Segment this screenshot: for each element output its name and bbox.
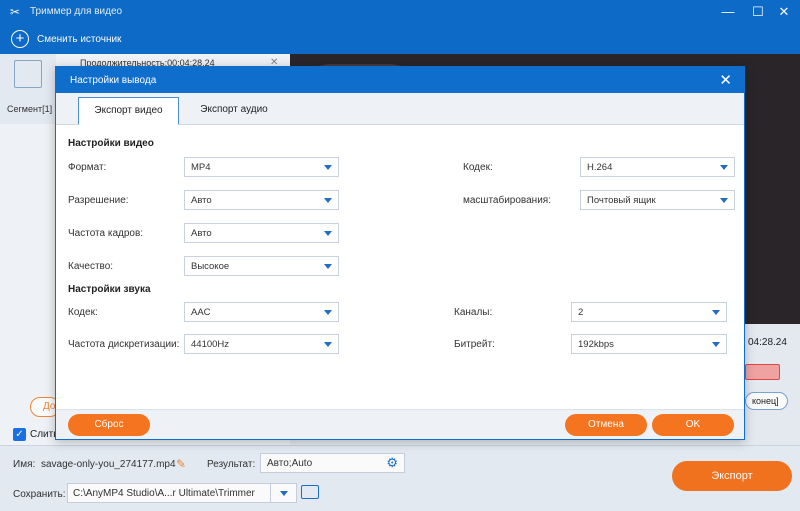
dialog-title: Настройки вывода: [70, 75, 157, 86]
format-label: Формат:: [68, 162, 107, 173]
chevron-down-icon: [324, 198, 332, 203]
bitrate-select[interactable]: 192kbps: [571, 334, 727, 354]
samplerate-label: Частота дискретизации:: [68, 339, 180, 350]
resolution-value: Авто: [191, 195, 212, 206]
bitrate-value: 192kbps: [578, 339, 614, 350]
codec-select[interactable]: H.264: [580, 157, 735, 177]
chevron-down-icon: [712, 342, 720, 347]
output-settings-dialog: Настройки вывода ✕ Экспорт видео Экспорт…: [55, 66, 745, 440]
channels-select[interactable]: 2: [571, 302, 727, 322]
format-value: MP4: [191, 162, 211, 173]
tabs: Экспорт видео Экспорт аудио: [56, 93, 744, 125]
tab-audio-export[interactable]: Экспорт аудио: [190, 97, 278, 125]
format-select[interactable]: MP4: [184, 157, 339, 177]
reset-button[interactable]: Сброс: [68, 414, 150, 436]
channels-value: 2: [578, 307, 584, 318]
chevron-down-icon: [324, 310, 332, 315]
chevron-down-icon: [720, 165, 728, 170]
tab-video-export[interactable]: Экспорт видео: [78, 97, 179, 125]
audio-codec-value: AAC: [191, 307, 211, 318]
scaling-select[interactable]: Почтовый ящик: [580, 190, 735, 210]
chevron-down-icon: [324, 231, 332, 236]
codec-label: Кодек:: [463, 162, 493, 173]
resolution-select[interactable]: Авто: [184, 190, 339, 210]
video-settings-heading: Настройки видео: [68, 138, 154, 149]
chevron-down-icon: [720, 198, 728, 203]
channels-label: Каналы:: [454, 307, 493, 318]
chevron-down-icon: [324, 264, 332, 269]
codec-value: H.264: [587, 162, 613, 173]
scaling-value: Почтовый ящик: [587, 195, 656, 206]
chevron-down-icon: [712, 310, 720, 315]
dialog-titlebar: Настройки вывода ✕: [56, 67, 744, 93]
framerate-select[interactable]: Авто: [184, 223, 339, 243]
quality-label: Качество:: [68, 261, 114, 272]
dialog-footer: Сброс Отмена OK: [56, 409, 744, 439]
quality-select[interactable]: Высокое: [184, 256, 339, 276]
scaling-label: масштабирования:: [463, 195, 551, 206]
ok-button[interactable]: OK: [652, 414, 734, 436]
audio-codec-label: Кодек:: [68, 307, 98, 318]
framerate-label: Частота кадров:: [68, 228, 144, 239]
samplerate-value: 44100Hz: [191, 339, 230, 350]
audio-settings-heading: Настройки звука: [68, 284, 151, 295]
samplerate-select[interactable]: 44100Hz: [184, 334, 339, 354]
chevron-down-icon: [324, 342, 332, 347]
framerate-value: Авто: [191, 228, 212, 239]
bitrate-label: Битрейт:: [454, 339, 495, 350]
close-icon[interactable]: ✕: [719, 71, 732, 89]
audio-codec-select[interactable]: AAC: [184, 302, 339, 322]
quality-value: Высокое: [191, 261, 230, 272]
cancel-button[interactable]: Отмена: [565, 414, 647, 436]
chevron-down-icon: [324, 165, 332, 170]
resolution-label: Разрешение:: [68, 195, 129, 206]
